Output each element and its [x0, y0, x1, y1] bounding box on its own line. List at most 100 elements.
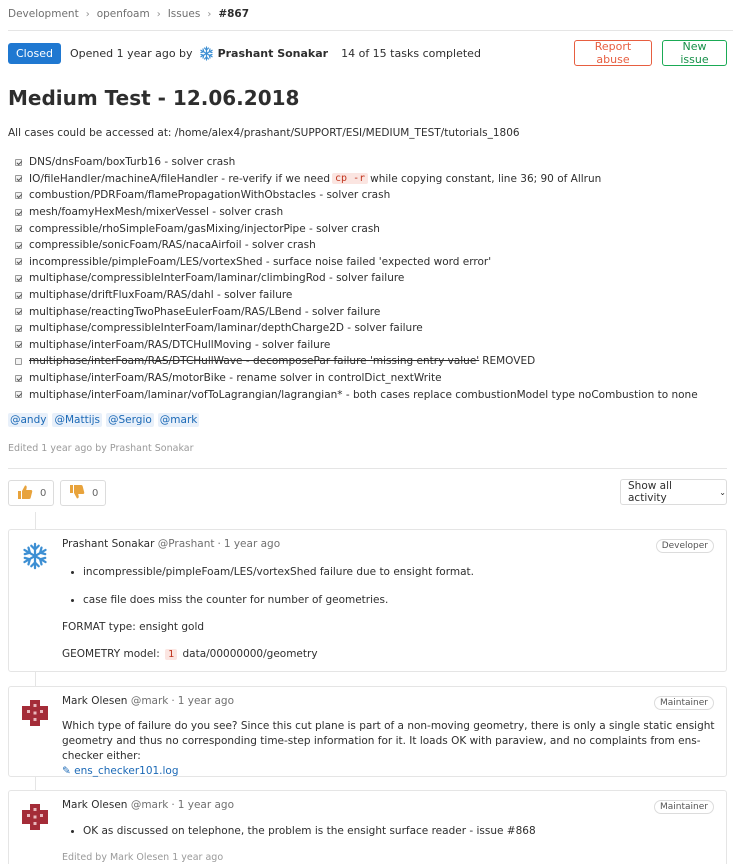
mention-mattijs[interactable]: @Mattijs: [52, 413, 103, 427]
note-header: Prashant Sonakar @Prashant · 1 year ago: [62, 538, 281, 550]
avatar-icon[interactable]: [21, 699, 49, 727]
chevron-right-icon: ›: [207, 8, 212, 20]
inline-code: 1: [165, 649, 178, 660]
task-checkbox[interactable]: [15, 191, 22, 199]
breadcrumb: Development › openfoam › Issues › #867: [8, 7, 249, 21]
task-checkbox[interactable]: [15, 208, 22, 216]
breadcrumb-current[interactable]: #867: [218, 8, 249, 20]
note-paragraph: GEOMETRY model: 1 data/00000000/geometry: [62, 647, 716, 662]
task-checkbox[interactable]: [15, 291, 22, 299]
note-paragraph: Which type of failure do you see? Since …: [62, 720, 715, 762]
note-handle[interactable]: @mark: [131, 799, 169, 811]
thumbs-up-button[interactable]: 0: [8, 480, 54, 506]
attachment-link[interactable]: ens_checker101.log: [74, 765, 178, 777]
task-checkbox[interactable]: [15, 324, 22, 332]
note-paragraph: FORMAT type: ensight gold: [62, 621, 205, 633]
task-checkbox[interactable]: [15, 241, 22, 249]
tasks-status: 14 of 15 tasks completed: [341, 46, 481, 60]
note-bullet: OK as discussed on telephone, the proble…: [62, 824, 716, 839]
task-text: incompressible/pimpleFoam/LES/vortexShed…: [29, 255, 492, 268]
task-text: mesh/foamyHexMesh/mixerVessel - solver c…: [29, 206, 284, 219]
divider: [8, 468, 727, 469]
task-list: DNS/dnsFoam/boxTurb16 - solver crash IO/…: [15, 154, 698, 403]
comment-note: Mark Olesen @mark · 1 year ago Maintainer …: [8, 686, 727, 777]
task-checkbox[interactable]: [15, 308, 22, 316]
comment-note: Mark Olesen @mark · 1 year ago Maintainer …: [8, 790, 727, 864]
task-checkbox[interactable]: [15, 357, 22, 365]
task-text-struck: multiphase/interFoam/RAS/DTCHullWave - d…: [29, 355, 480, 368]
task-checkbox[interactable]: [15, 175, 22, 183]
note-author[interactable]: Mark Olesen: [62, 799, 127, 811]
award-bar: 0 0: [8, 480, 112, 506]
task-item: IO/fileHandler/machineA/fileHandler - re…: [15, 171, 698, 188]
task-text: multiphase/interFoam/laminar/vofToLagran…: [29, 388, 698, 401]
activity-filter-dropdown[interactable]: Show all activity ⌄: [620, 479, 727, 505]
chevron-down-icon: ⌄: [719, 487, 726, 497]
breadcrumb-issues[interactable]: Issues: [168, 8, 201, 20]
mentions: @andy @Mattijs @Sergio @mark: [8, 413, 203, 427]
task-checkbox[interactable]: [15, 341, 22, 349]
breadcrumb-development[interactable]: Development: [8, 8, 79, 20]
breadcrumb-openfoam[interactable]: openfoam: [97, 8, 150, 20]
task-text: multiphase/compressibleInterFoam/laminar…: [29, 272, 405, 285]
note-author[interactable]: Prashant Sonakar: [62, 538, 154, 550]
role-badge: Maintainer: [654, 696, 714, 710]
mention-andy[interactable]: @andy: [8, 413, 49, 427]
author-link[interactable]: Prashant Sonakar: [218, 47, 329, 60]
task-item: multiphase/reactingTwoPhaseEulerFoam/RAS…: [15, 303, 698, 320]
author-avatar-icon[interactable]: [199, 45, 214, 61]
note-handle[interactable]: @Prashant: [158, 538, 215, 550]
note-body: Which type of failure do you see? Since …: [62, 719, 716, 779]
task-text: multiphase/compressibleInterFoam/laminar…: [29, 322, 423, 335]
comment-note: Prashant Sonakar @Prashant · 1 year ago De…: [8, 529, 727, 672]
task-checkbox[interactable]: [15, 225, 22, 233]
task-text-after: while copying constant, line 36; 90 of A…: [370, 172, 602, 185]
note-author[interactable]: Mark Olesen: [62, 695, 127, 707]
task-text: combustion/PDRFoam/flamePropagationWithO…: [29, 189, 391, 202]
task-checkbox[interactable]: [15, 391, 22, 399]
task-checkbox[interactable]: [15, 274, 22, 282]
task-item: combustion/PDRFoam/flamePropagationWithO…: [15, 187, 698, 204]
task-text: multiphase/driftFluxFoam/RAS/dahl - solv…: [29, 289, 293, 302]
new-issue-button[interactable]: New issue: [662, 40, 727, 66]
note-header: Mark Olesen @mark · 1 year ago: [62, 799, 235, 811]
task-item: compressible/sonicFoam/RAS/nacaAirfoil -…: [15, 237, 698, 254]
mention-mark[interactable]: @mark: [157, 413, 200, 427]
avatar-icon[interactable]: [21, 542, 49, 570]
task-item: multiphase/interFoam/laminar/vofToLagran…: [15, 386, 698, 403]
opened-text: Opened 1 year ago by: [69, 46, 193, 60]
description-intro: All cases could be accessed at: /home/al…: [8, 127, 520, 139]
chevron-right-icon: ›: [85, 8, 90, 20]
paperclip-icon: ✎: [62, 765, 71, 777]
note-time[interactable]: 1 year ago: [178, 695, 234, 707]
note-time[interactable]: 1 year ago: [224, 538, 280, 550]
edited-info: Edited 1 year ago by Prashant Sonakar: [8, 443, 194, 454]
task-item: DNS/dnsFoam/boxTurb16 - solver crash: [15, 154, 698, 171]
note-time[interactable]: 1 year ago: [178, 799, 234, 811]
thumbs-up-count: 0: [40, 487, 47, 499]
task-item: multiphase/compressibleInterFoam/laminar…: [15, 320, 698, 337]
task-checkbox[interactable]: [15, 374, 22, 382]
report-abuse-button[interactable]: Report abuse: [574, 40, 652, 66]
thumbs-up-icon: [17, 484, 33, 503]
mention-sergio[interactable]: @Sergio: [106, 413, 154, 427]
task-checkbox[interactable]: [15, 158, 22, 166]
attachment: ✎ ens_checker101.log: [62, 764, 716, 779]
divider: [8, 30, 733, 31]
edited-info: Edited by Mark Olesen 1 year ago: [62, 852, 224, 863]
note-body: incompressible/pimpleFoam/LES/vortexShed…: [62, 565, 716, 662]
task-item: multiphase/interFoam/RAS/motorBike - ren…: [15, 370, 698, 387]
task-text-after: REMOVED: [482, 355, 536, 368]
task-text: IO/fileHandler/machineA/fileHandler - re…: [29, 172, 331, 185]
task-text: DNS/dnsFoam/boxTurb16 - solver crash: [29, 156, 236, 169]
task-checkbox[interactable]: [15, 258, 22, 266]
thumbs-down-count: 0: [92, 487, 99, 499]
note-bullet: case file does miss the counter for numb…: [62, 593, 716, 608]
note-handle[interactable]: @mark: [131, 695, 169, 707]
task-text: compressible/sonicFoam/RAS/nacaAirfoil -…: [29, 239, 316, 252]
activity-filter-label: Show all activity: [628, 480, 672, 504]
thumbs-down-button[interactable]: 0: [60, 480, 106, 506]
avatar-icon[interactable]: [21, 803, 49, 831]
role-badge: Developer: [655, 539, 714, 553]
issue-title: Medium Test - 12.06.2018: [8, 86, 300, 110]
